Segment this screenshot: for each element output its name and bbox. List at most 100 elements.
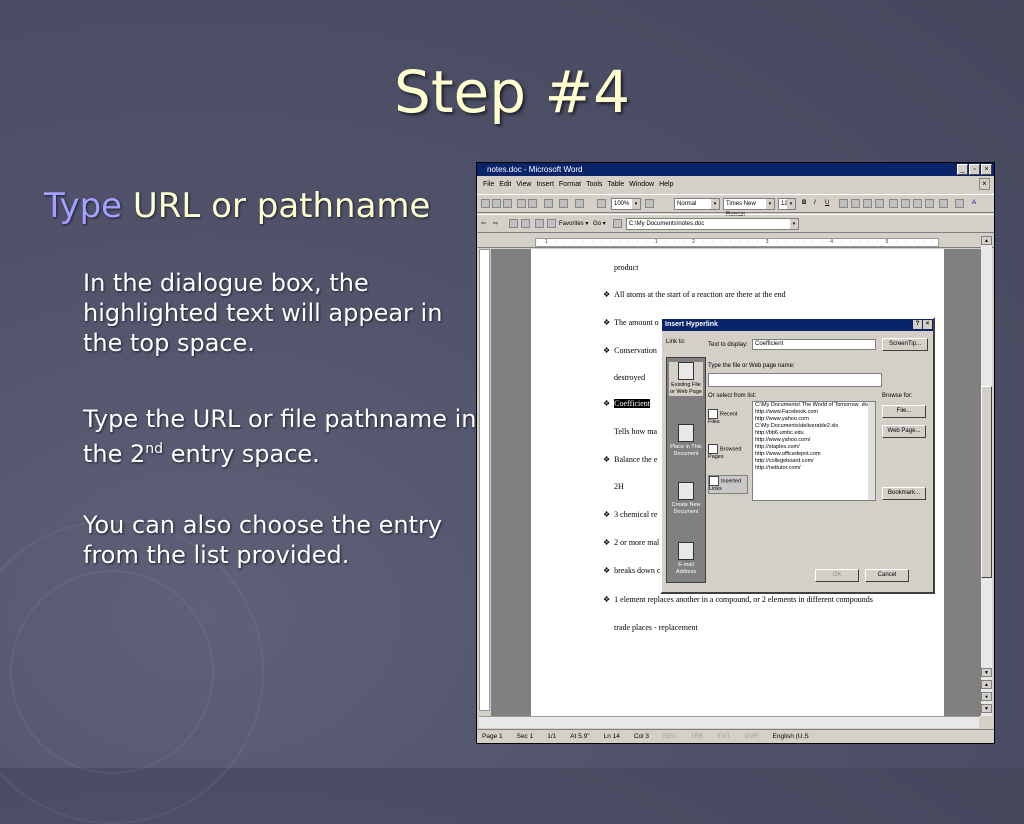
scroll-down-icon[interactable]: ▼ [981,668,992,677]
align-left-icon[interactable] [839,199,848,208]
minimize-icon[interactable]: _ [957,164,968,175]
underline-icon[interactable]: U [825,200,829,206]
go-menu[interactable]: Go ▾ [593,220,606,227]
font-combo[interactable]: Times New Roman ▾ [723,198,775,218]
dropdown-arrow-icon: ▾ [787,199,795,209]
zoom-combo[interactable]: 100% ▾ [611,198,641,210]
print-icon[interactable] [517,199,526,208]
prev-page-icon[interactable]: ▲ [981,680,992,689]
file-button[interactable]: File... [882,405,926,418]
undo-icon[interactable] [559,199,568,208]
dialog-close-icon[interactable]: × [923,320,932,329]
go-label: Go [593,221,602,227]
decrease-indent-icon[interactable] [913,199,922,208]
menu-table[interactable]: Table [607,181,624,188]
status-ovr[interactable]: OVR [744,733,758,740]
doc-line-text: The amount o [614,318,659,327]
bullets-icon[interactable] [901,199,910,208]
address-combo[interactable]: C:\My Documents\notes.doc ▾ [626,218,799,230]
menu-insert[interactable]: Insert [536,181,554,188]
menu-tools[interactable]: Tools [586,181,602,188]
back-icon[interactable]: ⇦ [481,220,486,227]
bold-icon[interactable]: B [802,200,806,206]
hyperlink-icon[interactable] [597,199,606,208]
list-item[interactable]: C:\My Documents\deliverable2.xls [753,423,875,430]
inserted-links-category[interactable]: Inserted Links [708,475,748,494]
menu-view[interactable]: View [516,181,531,188]
vertical-ruler[interactable] [479,249,490,711]
justify-icon[interactable] [875,199,884,208]
doc-line: ❖ The amount o [603,318,659,327]
create-new-document-option[interactable]: Create New Document [669,482,703,516]
list-item[interactable]: C:\My Documents\ The World of Tomorrow .… [753,402,875,409]
list-scrollbar[interactable] [868,402,875,500]
email-address-option[interactable]: E-mail Address [669,542,703,576]
list-item[interactable]: http://bb6.umbc.edu [753,430,875,437]
list-item[interactable]: http://www.yahoo.com/ [753,437,875,444]
search-web-icon[interactable] [547,219,556,228]
place-in-document-option[interactable]: Place in This Document [669,424,703,458]
vertical-scrollbar[interactable]: ▲ ▼ ▲ ● ▼ [981,236,992,716]
highlight-icon[interactable] [955,199,964,208]
bookmark-button[interactable]: Bookmark... [882,487,926,500]
list-item[interactable]: http://nettutor.com/ [753,465,875,472]
status-trk[interactable]: TRK [691,733,704,740]
new-icon[interactable] [481,199,490,208]
size-combo[interactable]: 12 ▾ [778,198,796,210]
redo-icon[interactable] [575,199,584,208]
list-item[interactable]: http://www.yahoo.com [753,416,875,423]
help-icon[interactable] [645,199,654,208]
horizontal-ruler[interactable]: · 1 · · · · · · · · · · · 1 · · · 2 · · … [477,235,994,248]
menu-help[interactable]: Help [659,181,673,188]
refresh-icon[interactable] [521,219,530,228]
recent-files-category[interactable]: Recent Files [708,409,746,426]
increase-indent-icon[interactable] [925,199,934,208]
paste-icon[interactable] [544,199,553,208]
link-listbox[interactable]: C:\My Documents\ The World of Tomorrow .… [752,401,876,501]
align-right-icon[interactable] [863,199,872,208]
list-item[interactable]: http://staples.com/ [753,444,875,451]
scroll-thumb[interactable] [981,386,992,578]
border-icon[interactable] [939,199,948,208]
next-page-icon[interactable]: ▼ [981,704,992,713]
text-to-display-input[interactable]: Coefficient [752,339,876,350]
menu-format[interactable]: Format [559,181,581,188]
save-icon[interactable] [503,199,512,208]
web-page-button[interactable]: Web Page... [882,425,926,438]
font-color-icon[interactable]: A [972,200,976,206]
horizontal-scrollbar[interactable] [479,716,979,728]
favorites-menu[interactable]: Favorites ▾ [559,220,588,227]
screentip-button[interactable]: ScreenTip... [882,338,928,351]
home-icon[interactable] [535,219,544,228]
restore-icon[interactable]: ▫ [969,164,980,175]
close-icon[interactable]: × [981,164,992,175]
address-input[interactable] [708,373,882,387]
browsed-pages-category[interactable]: Browsed Pages [708,444,746,461]
doc-close-icon[interactable]: × [979,178,990,190]
preview-icon[interactable] [528,199,537,208]
menu-edit[interactable]: Edit [499,181,511,188]
status-ext[interactable]: EXT [718,733,731,740]
ok-button[interactable]: OK [815,569,859,582]
cancel-button[interactable]: Cancel [865,569,909,582]
forward-icon[interactable]: ⇨ [493,220,498,227]
show-only-web-toolbar-icon[interactable] [613,219,622,228]
open-icon[interactable] [492,199,501,208]
status-rec[interactable]: REC [663,733,677,740]
list-item[interactable]: http://www.Facebook.com [753,409,875,416]
dialog-title: Insert Hyperlink [665,321,718,328]
list-item[interactable]: http://collegeboard.com/ [753,458,875,465]
numbering-icon[interactable] [889,199,898,208]
select-browse-object-icon[interactable]: ● [981,692,992,701]
scroll-up-icon[interactable]: ▲ [981,236,992,245]
existing-file-option[interactable]: Existing File or Web Page [669,362,703,396]
menu-file[interactable]: File [483,181,494,188]
style-combo[interactable]: Normal ▾ [674,198,720,210]
italic-icon[interactable]: I [814,200,816,206]
dialog-help-icon[interactable]: ? [913,320,922,329]
stop-icon[interactable] [509,219,518,228]
highlighted-text[interactable]: Coefficient [614,399,651,408]
menu-window[interactable]: Window [629,181,654,188]
align-center-icon[interactable] [851,199,860,208]
list-item[interactable]: http://www.officedepot.com [753,451,875,458]
